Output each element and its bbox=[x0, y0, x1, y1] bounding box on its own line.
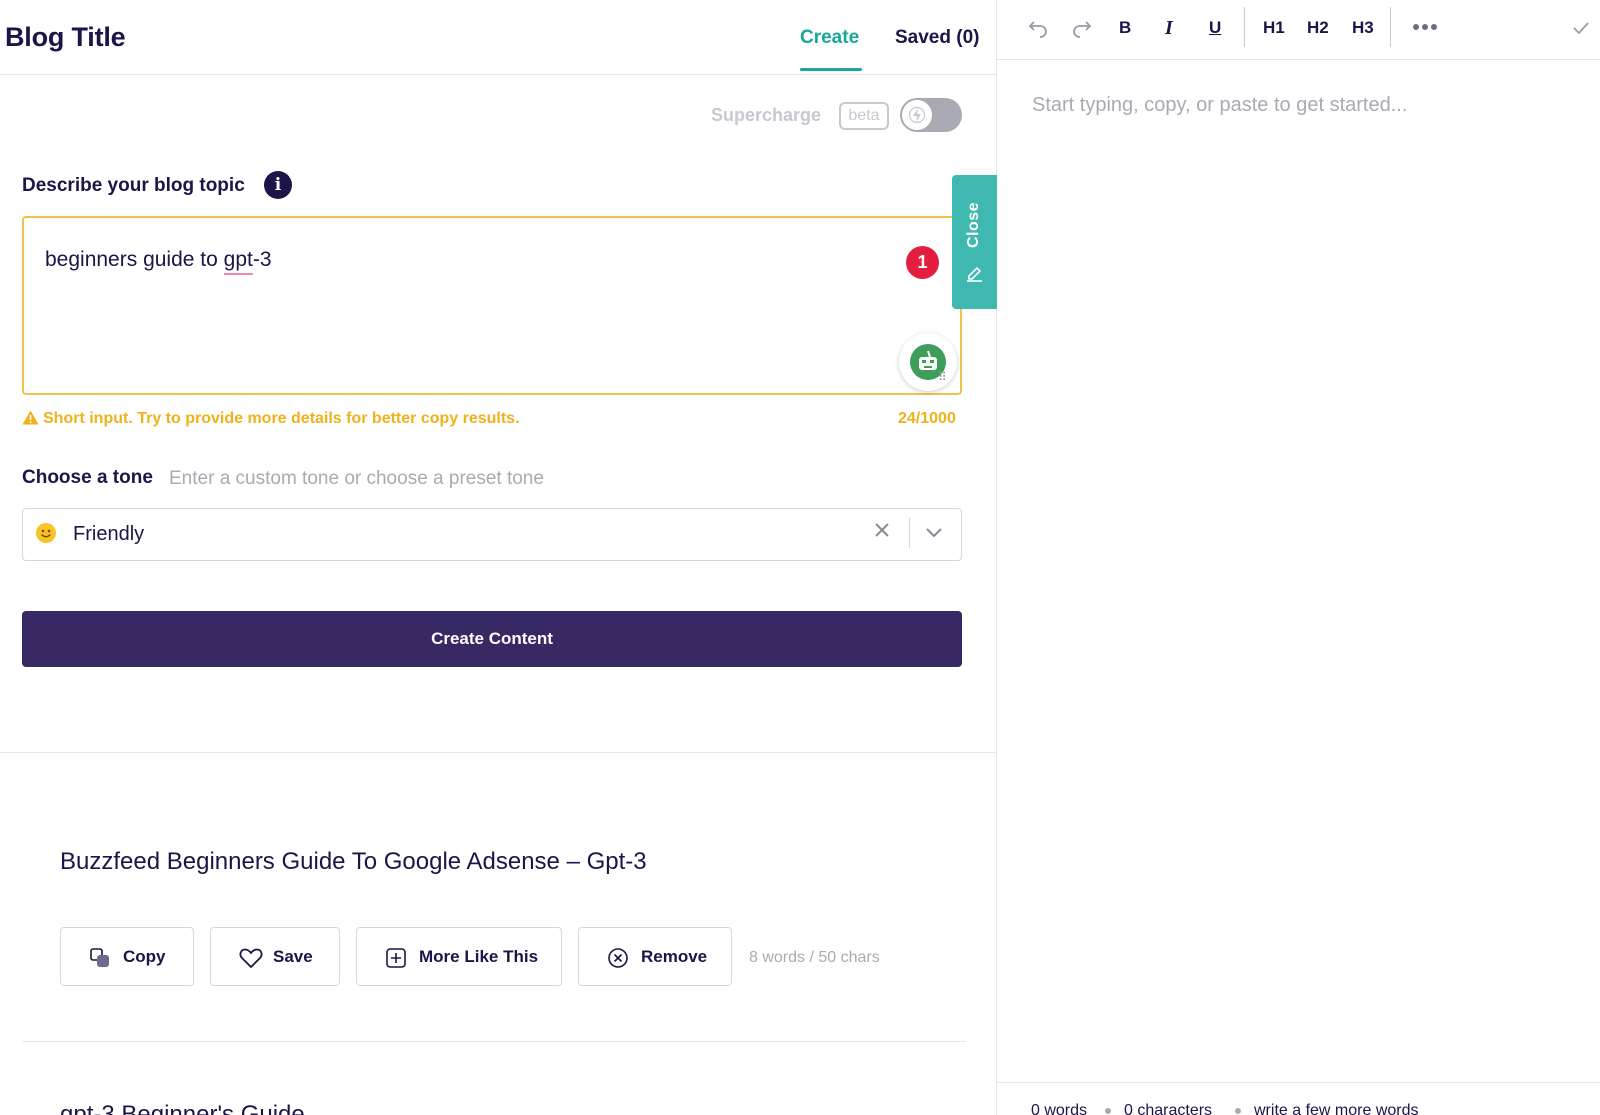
copy-button[interactable]: Copy bbox=[60, 927, 194, 986]
misspelled-word[interactable]: gpt bbox=[223, 248, 253, 275]
plus-square-icon bbox=[386, 948, 406, 968]
toggle-knob bbox=[902, 100, 932, 130]
warning-icon bbox=[22, 410, 39, 425]
next-result-title: gpt-3 Beginner's Guide bbox=[60, 1101, 305, 1115]
copy-generator-panel: Blog Title Create Saved (0) Supercharge … bbox=[0, 0, 996, 1115]
chevron-down-icon[interactable] bbox=[925, 526, 943, 544]
tab-saved[interactable]: Saved (0) bbox=[895, 27, 979, 49]
editor-panel: B I U H1 H2 H3 Start typing, copy, or pa… bbox=[997, 0, 1600, 1115]
topic-textarea[interactable] bbox=[22, 216, 962, 395]
tone-select[interactable] bbox=[22, 508, 962, 561]
toolbar-separator bbox=[1390, 7, 1391, 47]
undo-icon[interactable] bbox=[1027, 14, 1049, 42]
lightning-icon bbox=[909, 106, 925, 124]
editor-placeholder[interactable]: Start typing, copy, or paste to get star… bbox=[1032, 94, 1407, 117]
writing-hint: write a few more words bbox=[1254, 1102, 1419, 1115]
tone-hint: Enter a custom tone or choose a preset t… bbox=[169, 468, 544, 489]
heading-1-button[interactable]: H1 bbox=[1263, 14, 1285, 42]
supercharge-label: Supercharge bbox=[711, 105, 822, 125]
close-tab-label: Close bbox=[965, 201, 982, 249]
create-content-button[interactable]: Create Content bbox=[22, 611, 962, 667]
active-tab-indicator bbox=[800, 68, 862, 71]
word-count: 0 words bbox=[1031, 1102, 1088, 1115]
tone-selected-value: Friendly bbox=[73, 523, 145, 545]
more-options-icon[interactable] bbox=[1412, 14, 1438, 42]
tab-create[interactable]: Create bbox=[800, 27, 859, 49]
italic-button[interactable]: I bbox=[1165, 14, 1173, 42]
writing-assistant-button[interactable] bbox=[899, 333, 957, 391]
copy-label: Copy bbox=[123, 947, 166, 966]
remove-label: Remove bbox=[641, 947, 708, 966]
section-divider bbox=[0, 752, 996, 753]
copy-icon bbox=[90, 948, 109, 967]
grammar-error-badge[interactable]: 1 bbox=[906, 246, 939, 279]
topic-label: Describe your blog topic bbox=[22, 175, 245, 196]
topic-text-start: beginners guide to bbox=[45, 248, 224, 271]
result-divider bbox=[22, 1041, 966, 1042]
save-button[interactable]: Save bbox=[210, 927, 340, 986]
check-icon[interactable] bbox=[1571, 14, 1591, 42]
beta-badge: beta bbox=[839, 102, 889, 130]
tone-label: Choose a tone bbox=[22, 467, 153, 488]
heading-2-button[interactable]: H2 bbox=[1307, 14, 1329, 42]
save-label: Save bbox=[273, 947, 313, 966]
close-circle-icon bbox=[608, 948, 628, 968]
select-separator bbox=[909, 518, 910, 548]
close-panel-tab[interactable]: Close bbox=[952, 175, 997, 309]
remove-button[interactable]: Remove bbox=[578, 927, 732, 986]
topic-input-value[interactable]: beginners guide to gpt-3 bbox=[45, 248, 272, 275]
character-count: 24/1000 bbox=[898, 410, 956, 427]
status-dot bbox=[1105, 1108, 1111, 1114]
underline-button[interactable]: U bbox=[1209, 14, 1221, 42]
toolbar-separator bbox=[1244, 7, 1245, 47]
redo-icon[interactable] bbox=[1071, 14, 1093, 42]
warning-text: Short input. Try to provide more details… bbox=[43, 410, 520, 427]
bold-button[interactable]: B bbox=[1119, 14, 1131, 42]
topic-text-end: -3 bbox=[252, 248, 272, 271]
heading-3-button[interactable]: H3 bbox=[1352, 14, 1374, 42]
supercharge-toggle[interactable] bbox=[900, 98, 962, 132]
short-input-warning: Short input. Try to provide more details… bbox=[22, 410, 520, 428]
more-like-this-label: More Like This bbox=[419, 947, 539, 966]
info-icon[interactable]: i bbox=[264, 171, 292, 199]
character-count-status: 0 characters bbox=[1124, 1102, 1213, 1115]
clear-tone-icon[interactable] bbox=[874, 522, 890, 543]
resize-handle[interactable]: ⠿ bbox=[938, 370, 947, 384]
pencil-icon bbox=[967, 266, 982, 282]
editor-toolbar: B I U H1 H2 H3 bbox=[997, 0, 1600, 60]
heart-icon bbox=[239, 948, 263, 969]
result-stats: 8 words / 50 chars bbox=[749, 949, 880, 966]
smiling-face-icon bbox=[36, 523, 56, 543]
result-title: Buzzfeed Beginners Guide To Google Adsen… bbox=[60, 848, 647, 875]
panel-header: Blog Title Create Saved (0) bbox=[0, 0, 996, 75]
status-dot bbox=[1235, 1108, 1241, 1114]
page-title: Blog Title bbox=[5, 22, 126, 52]
more-like-this-button[interactable]: More Like This bbox=[356, 927, 562, 986]
